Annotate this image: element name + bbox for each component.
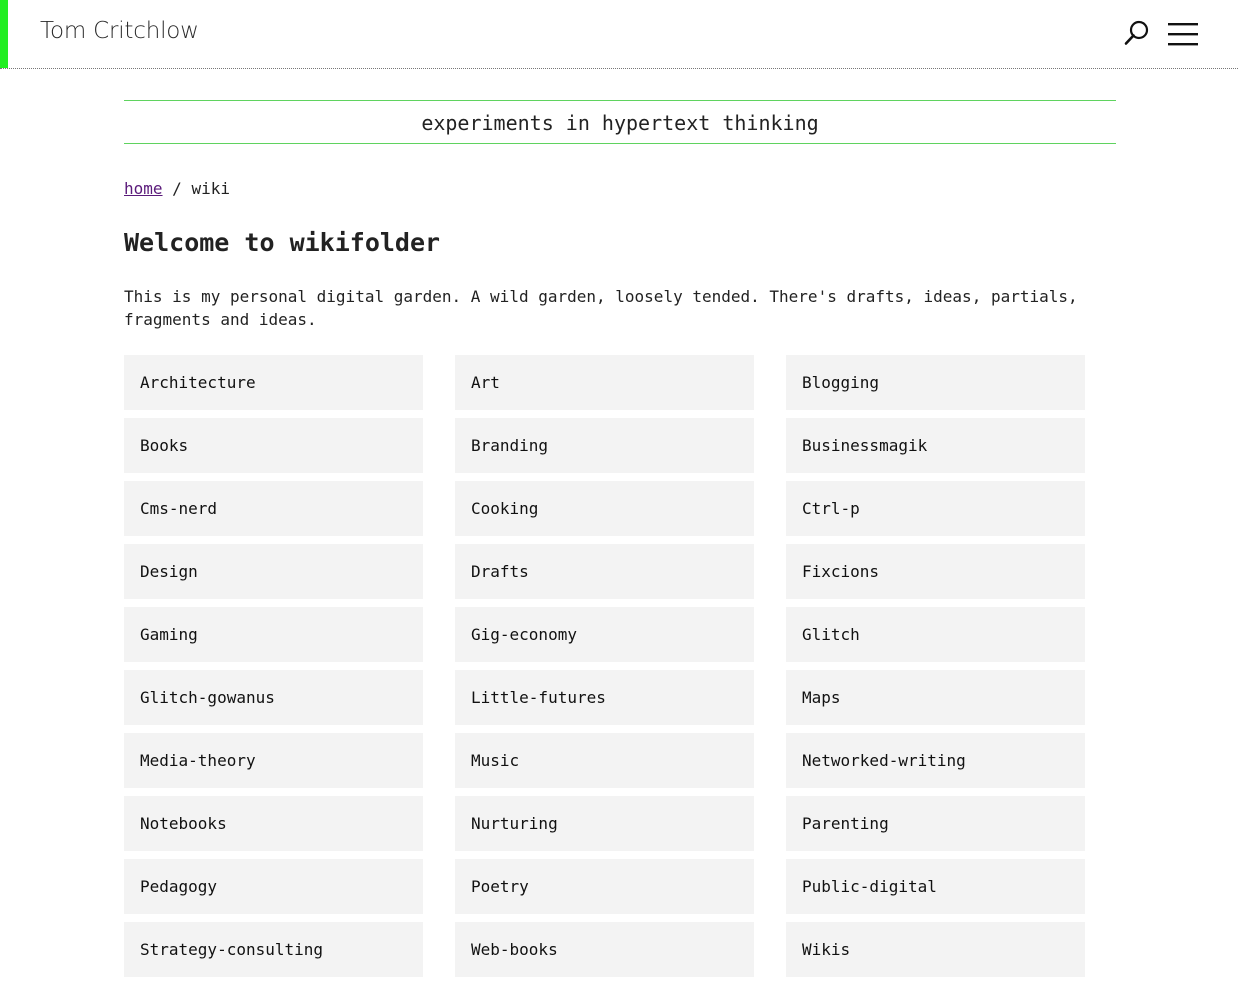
folder-link[interactable]: Drafts <box>455 544 754 599</box>
folder-link[interactable]: Public-digital <box>786 859 1085 914</box>
folder-link[interactable]: Maps <box>786 670 1085 725</box>
breadcrumb-home-link[interactable]: home <box>124 179 163 198</box>
folder-link[interactable]: Gaming <box>124 607 423 662</box>
menu-button[interactable] <box>1166 20 1200 48</box>
folder-link[interactable]: Branding <box>455 418 754 473</box>
folder-grid: Architecture Art Blogging Books Branding Busi… <box>124 355 1085 977</box>
folder-link[interactable]: Blogging <box>786 355 1085 410</box>
site-title-link[interactable]: Tom Critchlow <box>40 18 199 44</box>
site-tagline: experiments in hypertext thinking <box>124 100 1116 144</box>
folder-link[interactable]: Nurturing <box>455 796 754 851</box>
folder-link[interactable]: Poetry <box>455 859 754 914</box>
page-title: Welcome to wikifolder <box>124 228 441 257</box>
folder-link[interactable]: Cms-nerd <box>124 481 423 536</box>
folder-link[interactable]: Notebooks <box>124 796 423 851</box>
search-icon <box>1124 20 1149 45</box>
breadcrumb-current: wiki <box>191 179 230 198</box>
folder-link[interactable]: Strategy-consulting <box>124 922 423 977</box>
folder-link[interactable]: Music <box>455 733 754 788</box>
folder-link[interactable]: Design <box>124 544 423 599</box>
site-header: Tom Critchlow <box>0 0 1238 69</box>
folder-link[interactable]: Parenting <box>786 796 1085 851</box>
accent-bar <box>0 0 8 68</box>
folder-link[interactable]: Books <box>124 418 423 473</box>
folder-link[interactable]: Glitch <box>786 607 1085 662</box>
folder-link[interactable]: Pedagogy <box>124 859 423 914</box>
folder-link[interactable]: Wikis <box>786 922 1085 977</box>
breadcrumb-separator: / <box>162 179 192 198</box>
folder-link[interactable]: Web-books <box>455 922 754 977</box>
intro-text: This is my personal digital garden. A wi… <box>124 287 1078 329</box>
folder-link[interactable]: Gig-economy <box>455 607 754 662</box>
folder-link[interactable]: Architecture <box>124 355 423 410</box>
folder-link[interactable]: Little-futures <box>455 670 754 725</box>
folder-link[interactable]: Cooking <box>455 481 754 536</box>
folder-link[interactable]: Glitch-gowanus <box>124 670 423 725</box>
breadcrumb: home / wiki <box>124 178 230 200</box>
folder-link[interactable]: Fixcions <box>786 544 1085 599</box>
folder-link[interactable]: Media-theory <box>124 733 423 788</box>
search-button[interactable] <box>1122 18 1152 48</box>
folder-link[interactable]: Networked-writing <box>786 733 1085 788</box>
folder-link[interactable]: Businessmagik <box>786 418 1085 473</box>
menu-icon <box>1168 23 1198 46</box>
folder-link[interactable]: Ctrl-p <box>786 481 1085 536</box>
folder-link[interactable]: Art <box>455 355 754 410</box>
